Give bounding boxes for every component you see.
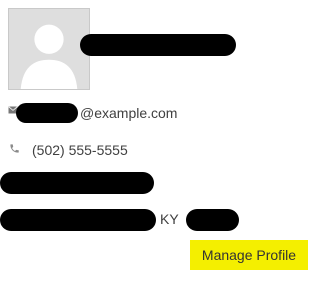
email-domain: @example.com	[80, 105, 178, 121]
state-abbreviation: KY	[160, 211, 179, 227]
email-local-part-redaction	[16, 103, 78, 123]
address-line-2-redaction	[0, 209, 156, 231]
manage-profile-button[interactable]: Manage Profile	[190, 240, 308, 270]
name-redaction	[80, 34, 236, 56]
zip-code-redaction	[186, 209, 239, 231]
default-user-avatar-icon	[9, 9, 89, 89]
profile-card: @example.com (502) 555-5555 KY Manage Pr…	[0, 0, 328, 282]
phone-number: (502) 555-5555	[32, 142, 128, 158]
avatar	[8, 8, 90, 90]
phone-icon	[9, 143, 20, 154]
address-line-1-redaction	[0, 172, 154, 194]
